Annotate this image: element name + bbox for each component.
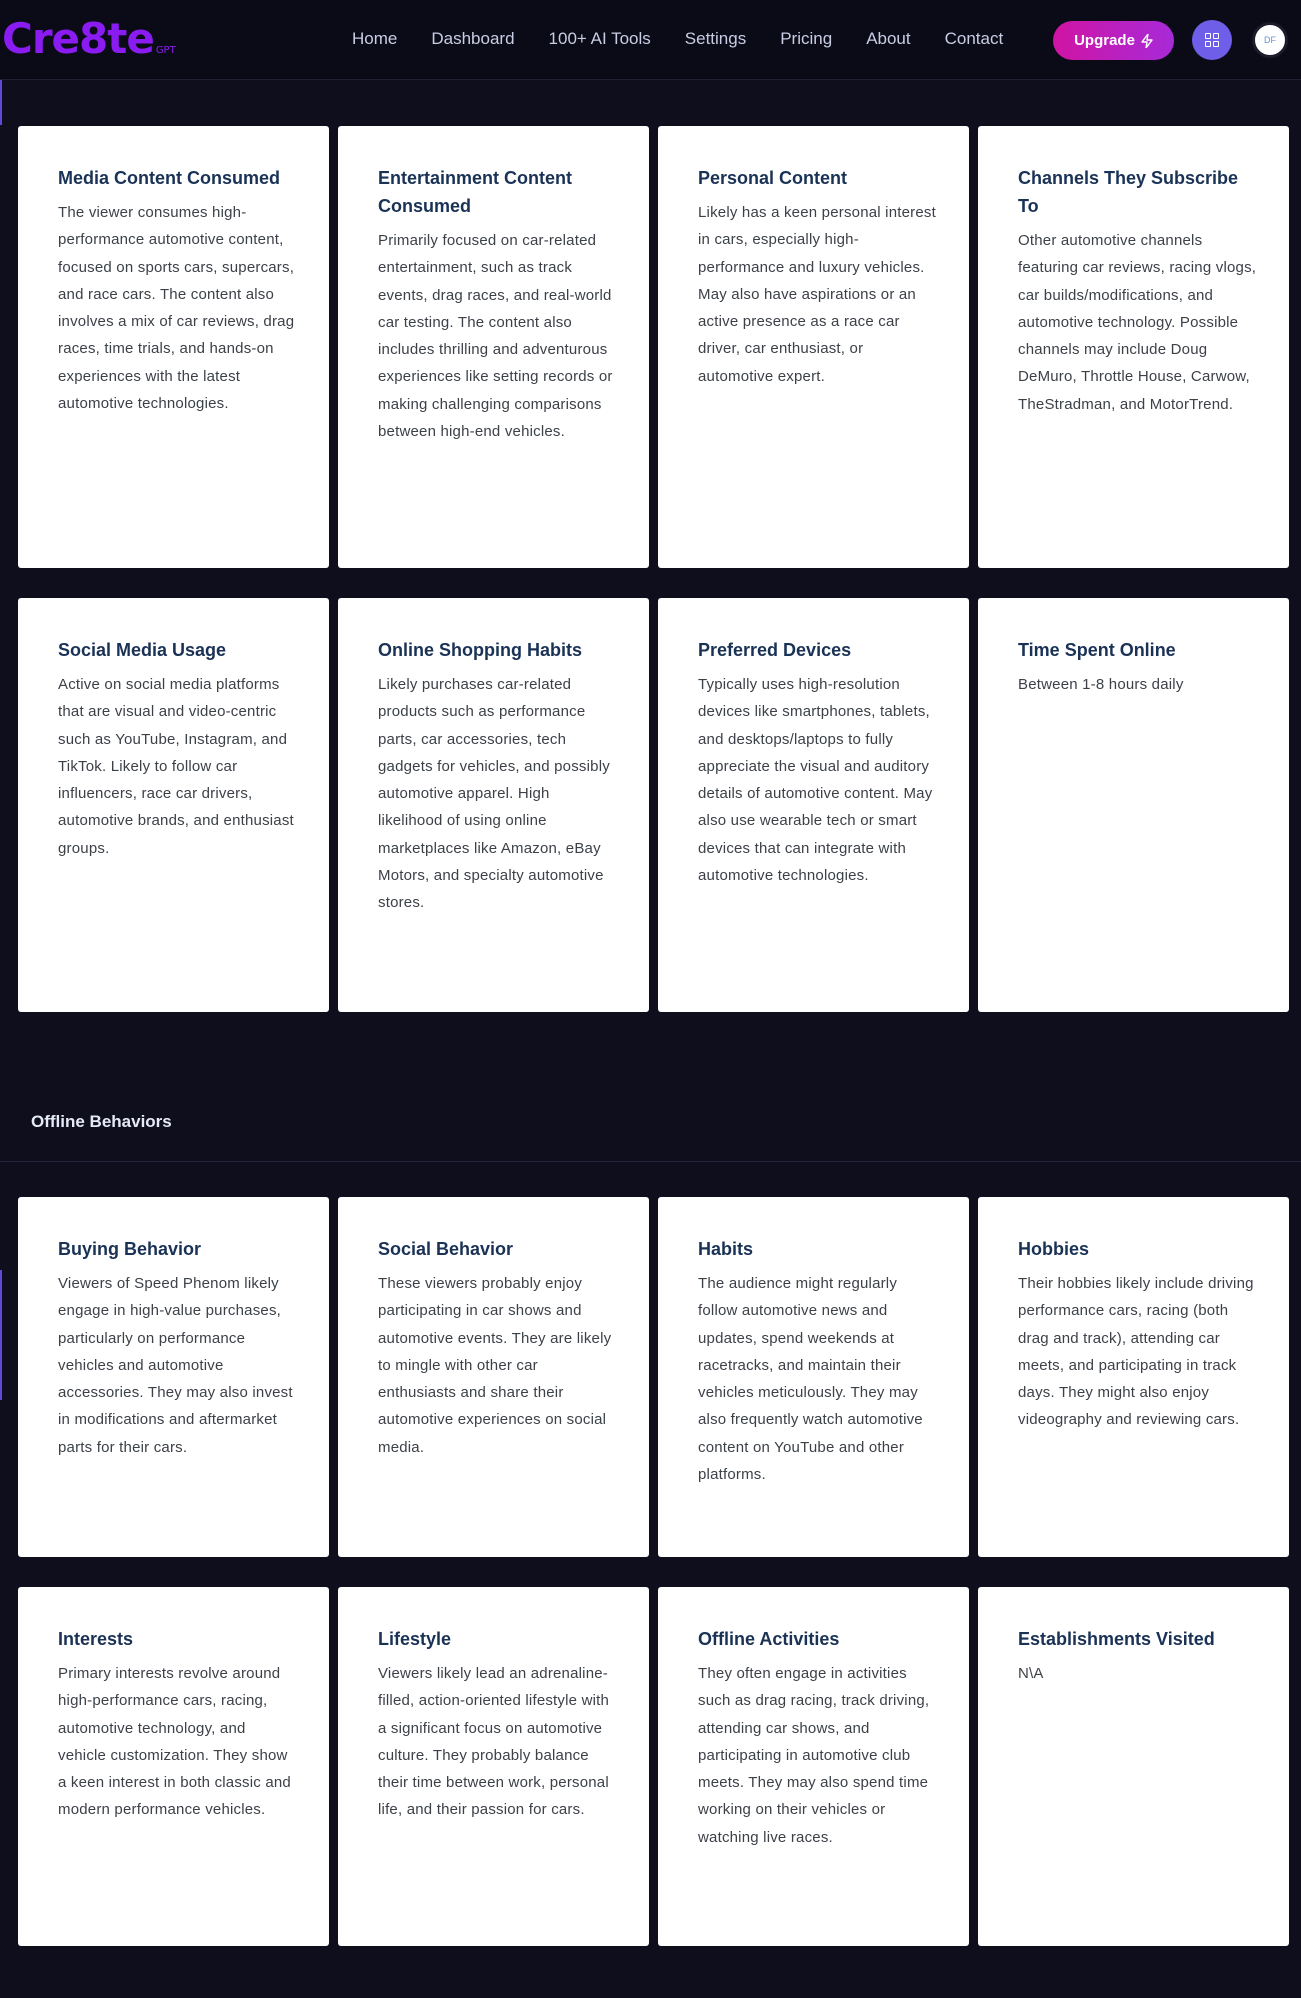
- top-navbar: Cre8te GPT Home Dashboard 100+ AI Tools …: [0, 0, 1301, 80]
- card-body: Viewers of Speed Phenom likely engage in…: [58, 1275, 293, 1456]
- info-card: Preferred Devices Typically uses high-re…: [658, 598, 969, 1012]
- info-card: Media Content Consumed The viewer consum…: [18, 126, 329, 568]
- card-body: Other automotive channels featuring car …: [1018, 232, 1257, 413]
- nav-link-settings[interactable]: Settings: [685, 29, 746, 49]
- card-title: Establishments Visited: [1018, 1629, 1215, 1649]
- card-body: Viewers likely lead an adrenaline-filled…: [378, 1665, 610, 1819]
- logo-suffix: GPT: [155, 45, 176, 56]
- info-card: Personal Content Likely has a keen perso…: [658, 126, 969, 568]
- info-card: Interests Primary interests revolve arou…: [18, 1587, 329, 1946]
- card-body: The viewer consumes high-performance aut…: [58, 204, 295, 413]
- nav-link-home[interactable]: Home: [352, 29, 397, 49]
- avatar[interactable]: DF: [1252, 22, 1288, 58]
- info-card: Channels They Subscribe To Other automot…: [978, 126, 1289, 568]
- nav-link-pricing[interactable]: Pricing: [780, 29, 832, 49]
- info-card: Habits The audience might regularly foll…: [658, 1197, 969, 1557]
- card-title: Social Media Usage: [58, 640, 227, 660]
- card-title: Offline Activities: [698, 1629, 840, 1649]
- info-card: Offline Activities They often engage in …: [658, 1587, 969, 1946]
- card-body: These viewers probably enjoy participati…: [378, 1275, 612, 1456]
- card-title: Hobbies: [1018, 1239, 1090, 1259]
- info-card: Hobbies Their hobbies likely include dri…: [978, 1197, 1289, 1557]
- card-title: Personal Content: [698, 168, 848, 188]
- card-title: Channels They Subscribe To: [1018, 168, 1239, 216]
- card-title: Entertainment Content Consumed: [378, 168, 573, 216]
- card-title: Time Spent Online: [1018, 640, 1176, 660]
- info-card: Lifestyle Viewers likely lead an adrenal…: [338, 1587, 649, 1946]
- info-card: Online Shopping Habits Likely purchases …: [338, 598, 649, 1012]
- info-card: Establishments Visited N\A: [978, 1587, 1289, 1946]
- upgrade-label: Upgrade: [1074, 32, 1135, 49]
- card-body: The audience might regularly follow auto…: [698, 1275, 923, 1484]
- upgrade-button[interactable]: Upgrade: [1053, 21, 1174, 60]
- card-body: Likely has a keen personal interest in c…: [698, 204, 936, 385]
- nav-link-dashboard[interactable]: Dashboard: [431, 29, 514, 49]
- accent-line: [0, 1270, 2, 1400]
- card-title: Media Content Consumed: [58, 168, 281, 188]
- card-title: Social Behavior: [378, 1239, 514, 1259]
- card-body: They often engage in activities such as …: [698, 1665, 930, 1846]
- apps-grid-icon: [1205, 33, 1219, 47]
- card-title: Habits: [698, 1239, 754, 1259]
- card-title: Buying Behavior: [58, 1239, 202, 1259]
- card-title: Preferred Devices: [698, 640, 852, 660]
- card-title: Lifestyle: [378, 1629, 452, 1649]
- card-body: N\A: [1018, 1665, 1044, 1682]
- accent-line: [0, 80, 2, 125]
- section-heading-offline-behaviors: Offline Behaviors: [31, 1112, 172, 1131]
- nav-link-about[interactable]: About: [866, 29, 910, 49]
- card-body: Primarily focused on car-related enterta…: [378, 232, 613, 441]
- brand-logo[interactable]: Cre8te GPT: [2, 14, 176, 64]
- lightning-icon: [1141, 33, 1153, 48]
- nav-links: Home Dashboard 100+ AI Tools Settings Pr…: [352, 29, 1003, 49]
- card-body: Active on social media platforms that ar…: [58, 676, 294, 857]
- info-card: Buying Behavior Viewers of Speed Phenom …: [18, 1197, 329, 1557]
- logo-text: Cre8te: [2, 14, 155, 63]
- card-body: Likely purchases car-related products su…: [378, 676, 610, 912]
- apps-grid-button[interactable]: [1192, 20, 1232, 60]
- nav-link-contact[interactable]: Contact: [945, 29, 1004, 49]
- card-body: Typically uses high-resolution devices l…: [698, 676, 933, 885]
- info-card: Social Media Usage Active on social medi…: [18, 598, 329, 1012]
- section-divider: [0, 1161, 1301, 1162]
- info-card: Social Behavior These viewers probably e…: [338, 1197, 649, 1557]
- info-card: Time Spent Online Between 1-8 hours dail…: [978, 598, 1289, 1012]
- card-title: Online Shopping Habits: [378, 640, 582, 660]
- card-title: Interests: [58, 1629, 134, 1649]
- nav-link-ai-tools[interactable]: 100+ AI Tools: [549, 29, 651, 49]
- card-body: Between 1-8 hours daily: [1018, 676, 1184, 693]
- card-body: Primary interests revolve around high-pe…: [58, 1665, 291, 1819]
- info-card: Entertainment Content Consumed Primarily…: [338, 126, 649, 568]
- card-body: Their hobbies likely include driving per…: [1018, 1275, 1254, 1429]
